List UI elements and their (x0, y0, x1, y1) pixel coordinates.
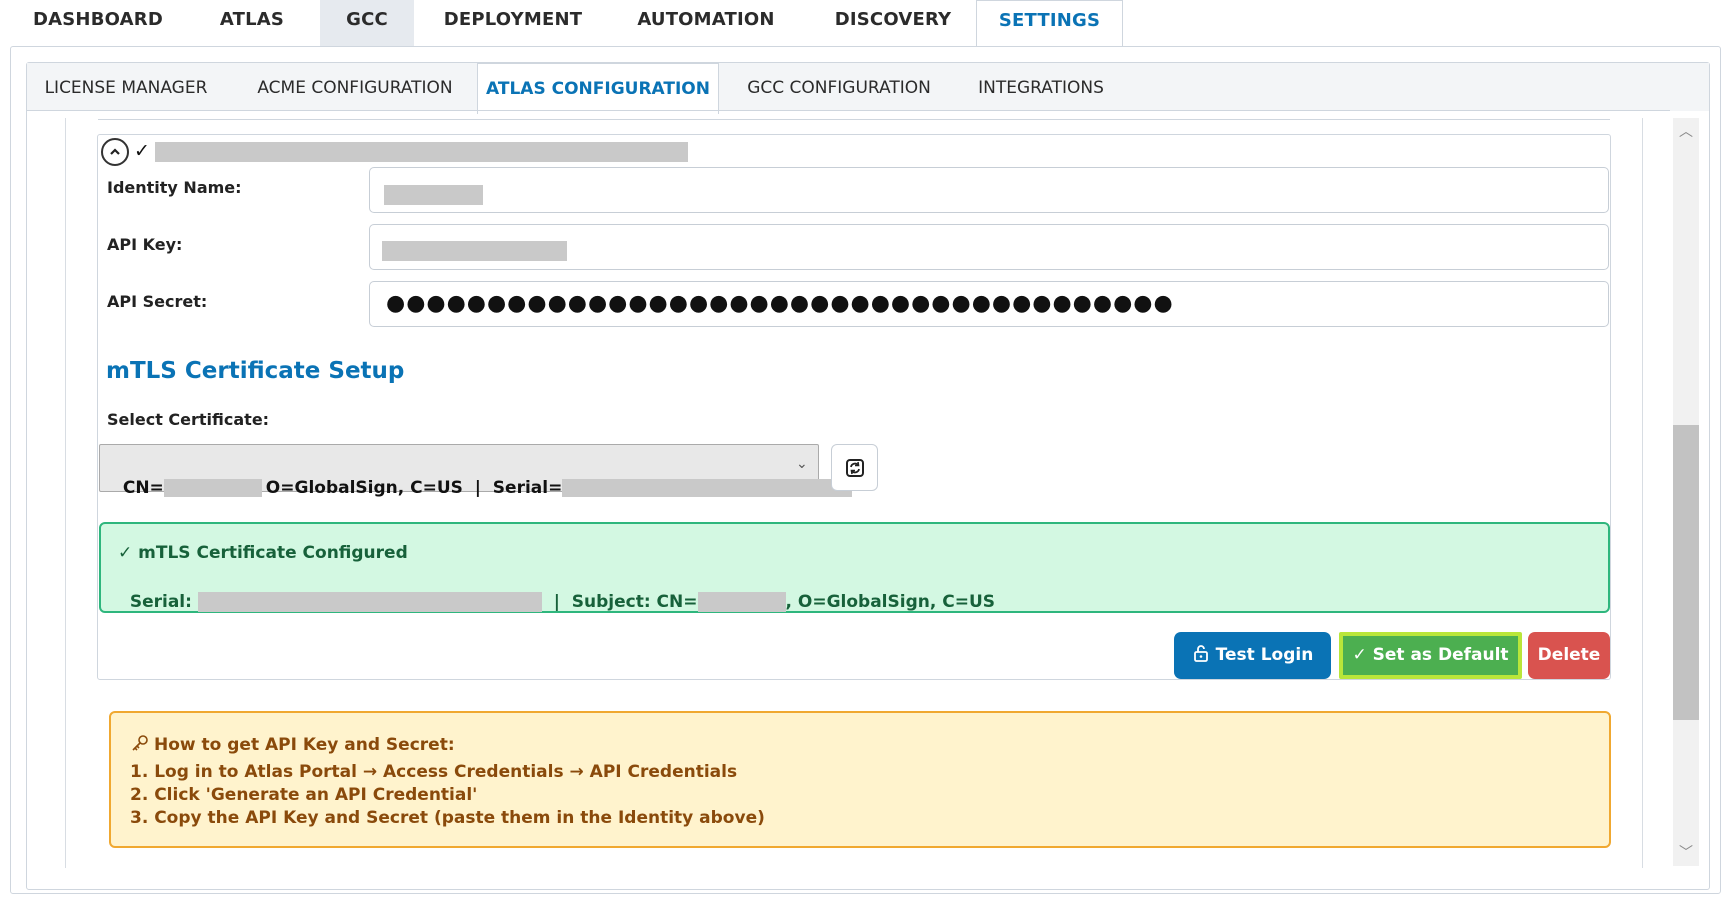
help-title-text: How to get API Key and Secret: (154, 735, 455, 755)
tab-atlas[interactable]: ATLAS (202, 0, 302, 47)
redacted-identity-name (384, 185, 483, 205)
certificate-org-serial: O=GlobalSign, C=US | Serial= (265, 478, 563, 498)
sub-nav: LICENSE MANAGER ACME CONFIGURATION ATLAS… (27, 63, 1709, 114)
redacted-api-key (382, 241, 567, 261)
tab-atlas-configuration[interactable]: ATLAS CONFIGURATION (477, 63, 719, 114)
refresh-icon (846, 459, 864, 477)
tab-gcc[interactable]: GCC (320, 0, 414, 47)
redacted-serial (197, 592, 542, 612)
serial-label: Serial: (129, 592, 192, 612)
help-title: How to get API Key and Secret: (130, 733, 455, 755)
test-login-button[interactable]: Test Login (1174, 632, 1331, 679)
lock-icon (1193, 645, 1208, 662)
delete-button[interactable]: Delete (1528, 632, 1610, 679)
tab-automation[interactable]: AUTOMATION (624, 0, 788, 47)
select-certificate-label: Select Certificate: (107, 410, 270, 429)
redacted-certificate-cn (163, 479, 262, 497)
certificate-select-value: CN= O=GlobalSign, C=US | Serial= (111, 458, 853, 498)
subject-label: | Subject: CN= (553, 592, 698, 612)
previous-card-edge (98, 118, 1610, 120)
content-divider (27, 110, 1670, 111)
subject-rest: , O=GlobalSign, C=US (785, 592, 996, 612)
tab-license-manager[interactable]: LICENSE MANAGER (41, 63, 211, 111)
mtls-status-title: ✓ mTLS Certificate Configured (118, 543, 408, 563)
tab-integrations[interactable]: INTEGRATIONS (973, 63, 1109, 111)
content-rule-left (65, 118, 66, 868)
redacted-identity-title (155, 142, 688, 162)
api-secret-value: ●●●●●●●●●●●●●●●●●●●●●●●●●●●●●●●●●●●●●●● (386, 291, 1174, 316)
test-login-label: Test Login (1215, 645, 1314, 665)
chevron-down-icon[interactable]: ⌄ (796, 456, 808, 472)
redacted-certificate-serial (562, 479, 853, 497)
identity-name-input[interactable] (369, 167, 1609, 213)
scroll-up-icon[interactable]: ︿ (1677, 122, 1695, 142)
tab-acme-configuration[interactable]: ACME CONFIGURATION (249, 63, 461, 111)
mtls-section-title: mTLS Certificate Setup (106, 358, 405, 384)
tab-deployment[interactable]: DEPLOYMENT (432, 0, 594, 47)
redacted-subject-cn (697, 592, 786, 612)
identity-status-check: ✓ (134, 140, 150, 162)
content-rule-right (1642, 118, 1643, 868)
api-secret-label: API Secret: (107, 292, 208, 311)
set-as-default-button[interactable]: ✓ Set as Default (1339, 632, 1522, 679)
tab-discovery[interactable]: DISCOVERY (818, 0, 968, 47)
tab-dashboard[interactable]: DASHBOARD (14, 0, 182, 47)
chevron-up-icon[interactable] (101, 138, 129, 166)
refresh-certificates-button[interactable] (831, 444, 878, 491)
help-step-1: 1. Log in to Atlas Portal → Access Crede… (130, 762, 738, 782)
tab-settings[interactable]: SETTINGS (976, 0, 1123, 48)
scroll-down-icon[interactable]: ﹀ (1677, 843, 1695, 863)
key-icon (132, 735, 148, 751)
help-step-2: 2. Click 'Generate an API Credential' (130, 785, 478, 805)
mtls-status-details: Serial: | Subject: CN= , O=GlobalSign, C=… (118, 572, 995, 612)
scrollbar-thumb[interactable] (1673, 425, 1699, 720)
tab-gcc-configuration[interactable]: GCC CONFIGURATION (739, 63, 939, 111)
identity-name-label: Identity Name: (107, 178, 242, 197)
certificate-cn-prefix: CN= (122, 478, 164, 498)
api-key-label: API Key: (107, 235, 183, 254)
top-nav: DASHBOARD ATLAS GCC DEPLOYMENT AUTOMATIO… (0, 0, 1731, 48)
help-step-3: 3. Copy the API Key and Secret (paste th… (130, 808, 765, 828)
